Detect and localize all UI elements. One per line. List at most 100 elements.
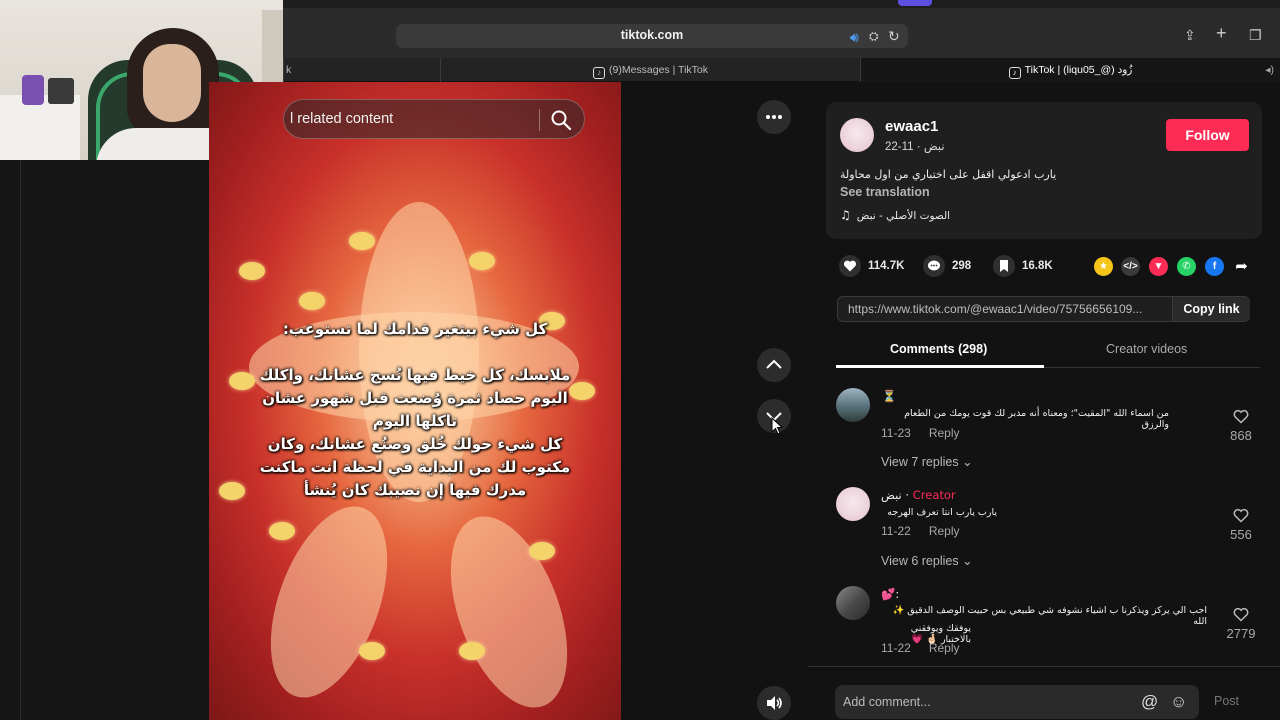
view-replies-button[interactable]: View 7 replies ⌄ [881, 454, 973, 469]
share-arrow-icon[interactable]: ➦ [1232, 257, 1251, 276]
volume-button[interactable] [757, 686, 791, 720]
comment-username[interactable]: نبض · Creator [881, 488, 956, 502]
like-count: 114.7K [868, 260, 905, 272]
tab-tiktok-active[interactable]: ♪ TikTok | (liqu05_@) زُود ◂) [860, 58, 1280, 82]
whatsapp-icon[interactable]: ✆ [1177, 257, 1196, 276]
mouse-cursor-icon [771, 417, 783, 435]
avatar[interactable] [836, 487, 870, 521]
comment-like-count: 868 [1230, 428, 1252, 443]
video-texture [427, 500, 591, 720]
send-to-friends-icon[interactable]: ▼ [1149, 257, 1168, 276]
chevron-down-icon: ⌄ [962, 554, 973, 568]
more-icon [766, 115, 782, 119]
caption-line: ملابسك، كل خيط فيها نُسج عشانك، واكلك [259, 366, 571, 384]
see-translation-link[interactable]: See translation [840, 185, 930, 199]
author-username[interactable]: ewaac1 [885, 118, 938, 135]
save-count: 16.8K [1022, 260, 1053, 272]
tab-label: TikTok | (liqu05_@) زُود [1024, 64, 1133, 76]
new-tab-icon[interactable]: + [1216, 24, 1227, 42]
coin-share-icon[interactable]: ★ [1094, 257, 1113, 276]
heart-outline-icon [1233, 409, 1249, 424]
caption-line: تاكلها اليوم [372, 412, 458, 430]
tab-comments[interactable]: Comments (298) [890, 342, 987, 356]
creator-badge: Creator [912, 488, 956, 502]
search-placeholder: l related content [290, 111, 394, 127]
comment-count: 298 [952, 260, 972, 272]
search-icon[interactable] [550, 109, 572, 131]
avatar[interactable] [836, 586, 870, 620]
address-bar[interactable]: tiktok.com [396, 24, 908, 48]
follow-button[interactable]: Follow [1166, 119, 1249, 151]
comment-bubble-icon [923, 255, 945, 277]
url-text: tiktok.com [620, 28, 684, 42]
share-icon[interactable]: ⇪ [1184, 27, 1196, 43]
heart-outline-icon [1233, 607, 1249, 622]
video-link-url[interactable]: https://www.tiktok.com/@ewaac1/video/757… [848, 302, 1164, 316]
embed-code-icon[interactable]: </> [1121, 257, 1140, 276]
music-title: الصوت الأصلي - نبض [856, 210, 951, 222]
tab-overview-icon[interactable]: ❐ [1249, 27, 1262, 43]
emoji-icon[interactable]: ☺ [1170, 692, 1187, 712]
menu-bar-active-item[interactable] [898, 0, 932, 6]
video-texture [459, 642, 485, 660]
volume-icon [767, 696, 782, 710]
caption-line: كل شيء حولك خُلق وصنُع عشانك، وكان [267, 435, 563, 453]
active-tab-indicator [836, 365, 1044, 368]
more-options-button[interactable] [757, 100, 791, 134]
tiktok-icon: ♪ [1008, 67, 1021, 79]
reply-button[interactable]: Reply [929, 426, 960, 440]
comment-date: 11-22 [881, 524, 911, 538]
comment-like[interactable]: 868 [1221, 409, 1261, 443]
audio-icon[interactable]: 🔊︎ [850, 29, 859, 45]
tab-partial[interactable]: k [283, 58, 440, 82]
reply-button[interactable]: Reply [929, 641, 960, 655]
video-texture [359, 642, 385, 660]
mention-icon[interactable]: @ [1141, 692, 1158, 712]
chevron-down-icon: ⌄ [962, 455, 973, 469]
music-link[interactable]: ♫ الصوت الأصلي - نبض [840, 208, 950, 222]
comment-username-text: نبض · [881, 488, 910, 502]
video-texture [299, 292, 325, 310]
avatar[interactable] [836, 388, 870, 422]
facebook-icon[interactable]: f [1205, 257, 1224, 276]
post-description: يارب ادعولي اقفل على اختباري من اول محاو… [840, 168, 1057, 181]
heart-icon [839, 255, 861, 277]
video-caption: كل شيء بيتغير قدامك لما تستوعب: ملابسك، … [209, 318, 621, 502]
comment-like-count: 2779 [1226, 626, 1256, 641]
tab-creator-videos[interactable]: Creator videos [1106, 342, 1187, 356]
tab-label: (9)Messages | TikTok [608, 64, 708, 76]
sidebar-divider [20, 160, 21, 720]
view-replies-button[interactable]: View 6 replies ⌄ [881, 553, 973, 568]
comment-meta: 11-22 Reply [881, 641, 960, 655]
tab-messages[interactable]: ♪ (9)Messages | TikTok [440, 58, 860, 82]
search-divider [539, 109, 540, 131]
menu-bar [283, 0, 1280, 8]
video-texture [529, 542, 555, 560]
comment-text: يارب يارب انتا تعرف الهرجه [887, 507, 997, 518]
caption-line: كل شيء بيتغير قدامك لما تستوعب: [282, 320, 548, 338]
view-replies-label: View 6 replies [881, 554, 959, 568]
webcam-person-face [143, 44, 201, 122]
reload-icon[interactable]: ↻ [888, 28, 900, 44]
chevron-up-icon [766, 359, 782, 369]
comment-date: 11-22 [881, 641, 911, 655]
comment-like-count: 556 [1230, 527, 1252, 542]
copy-link-row: https://www.tiktok.com/@ewaac1/video/757… [837, 296, 1250, 322]
video-texture [239, 262, 265, 280]
heart-outline-icon [1233, 508, 1249, 523]
previous-video-button[interactable] [757, 348, 791, 382]
copy-link-button[interactable]: Copy link [1172, 297, 1250, 321]
video-texture [469, 252, 495, 270]
comment-like[interactable]: 556 [1221, 508, 1261, 542]
comment-username[interactable]: ⏳ [882, 389, 896, 403]
related-search-box[interactable]: l related content [283, 99, 585, 139]
comment-like[interactable]: 2779 [1221, 607, 1261, 641]
comment-username[interactable]: 💕: [881, 587, 899, 601]
author-avatar[interactable] [840, 118, 874, 152]
post-comment-button[interactable]: Post [1214, 694, 1239, 708]
bookmark-icon [993, 255, 1015, 277]
webcam-jar [22, 75, 44, 105]
tab-audio-icon[interactable]: ◂) [1265, 58, 1274, 82]
reply-button[interactable]: Reply [929, 524, 960, 538]
translate-icon[interactable]: ⛭ [869, 28, 879, 44]
